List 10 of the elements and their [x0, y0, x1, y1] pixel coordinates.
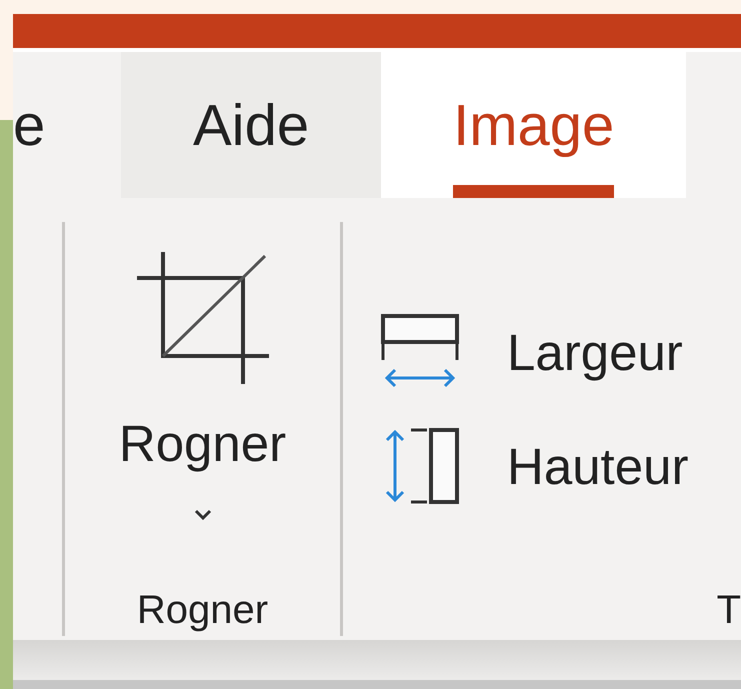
ribbon-tab[interactable]: Image: [381, 52, 686, 198]
group-label: T: [716, 590, 741, 634]
width-button[interactable]: Largeur: [381, 312, 688, 392]
group-label: Rogner: [136, 590, 268, 634]
ribbon-tab[interactable]: e: [13, 52, 121, 198]
height-button[interactable]: Hauteur: [381, 426, 688, 506]
crop-icon: [136, 252, 268, 384]
crop-button[interactable]: Rogner: [65, 222, 340, 521]
width-icon: [381, 314, 459, 390]
ribbon-tab[interactable]: Aide: [121, 52, 382, 198]
